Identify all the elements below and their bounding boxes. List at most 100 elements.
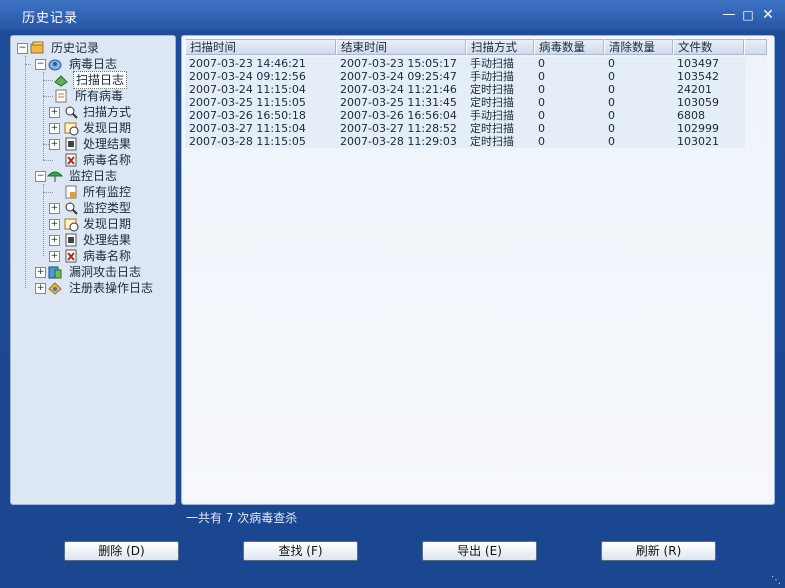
collapse-icon[interactable]: − — [17, 43, 28, 54]
expand-icon[interactable]: + — [49, 219, 60, 230]
expand-icon[interactable]: + — [35, 283, 46, 294]
scan-log-icon — [54, 75, 68, 87]
table-cell: 0 — [538, 122, 545, 135]
table-cell: 6808 — [677, 109, 705, 122]
table-cell: 0 — [608, 57, 615, 70]
table-row[interactable]: 2007-03-25 11:15:05 2007-03-25 11:31:45 定时… — [185, 96, 745, 109]
document-icon — [55, 89, 67, 103]
magnifier-icon — [65, 106, 78, 119]
table-row[interactable]: 2007-03-24 11:15:04 2007-03-24 11:21:46 定时… — [185, 83, 745, 96]
table-cell: 0 — [608, 83, 615, 96]
table-cell: 2007-03-25 11:15:05 — [189, 96, 306, 109]
table-cell: 2007-03-24 11:21:46 — [340, 83, 457, 96]
table-cell: 103542 — [677, 70, 719, 83]
expand-icon[interactable]: + — [49, 235, 60, 246]
tree-label-monitor-type: 监控类型 — [83, 201, 132, 215]
history-tree[interactable]: − 历史记录 − 病毒日志 扫描日志 所有病毒 + 扫描方式 + 发现日期 + … — [10, 35, 176, 505]
table-cell: 定时扫描 — [470, 96, 514, 109]
monitor-document-icon — [65, 185, 77, 199]
table-cell: 手动扫描 — [470, 70, 514, 83]
collapse-icon[interactable]: − — [35, 171, 46, 182]
table-cell: 0 — [538, 57, 545, 70]
collapse-icon[interactable]: − — [35, 59, 46, 70]
table-cell: 0 — [608, 70, 615, 83]
expand-icon[interactable]: + — [49, 251, 60, 262]
table-cell: 2007-03-24 11:15:04 — [189, 83, 306, 96]
minimize-button[interactable]: — — [722, 8, 736, 22]
find-button[interactable]: 查找 (F) — [243, 541, 358, 561]
column-header-start-time[interactable]: 扫描时间 — [185, 39, 336, 55]
expand-icon[interactable]: + — [49, 203, 60, 214]
expand-icon[interactable]: + — [49, 139, 60, 150]
tree-label-m-result: 处理结果 — [83, 233, 132, 247]
table-cell: 0 — [608, 96, 615, 109]
column-header-file-count[interactable]: 文件数 — [673, 39, 744, 55]
virus-log-icon — [48, 59, 62, 71]
table-cell: 2007-03-23 14:46:21 — [189, 57, 306, 70]
exploit-shield-icon — [48, 266, 62, 279]
table-cell: 103059 — [677, 96, 719, 109]
table-cell: 0 — [538, 135, 545, 148]
tree-label-root: 历史记录 — [51, 41, 100, 55]
table-cell: 定时扫描 — [470, 83, 514, 96]
tree-label-scan-mode: 扫描方式 — [83, 105, 132, 119]
table-row[interactable]: 2007-03-26 16:50:18 2007-03-26 16:56:04 手动… — [185, 109, 745, 122]
tree-label-exploit-log: 漏洞攻击日志 — [69, 265, 142, 279]
table-cell: 0 — [538, 83, 545, 96]
table-cell: 手动扫描 — [470, 109, 514, 122]
table-cell: 103497 — [677, 57, 719, 70]
registry-icon — [48, 282, 62, 295]
history-window: 历史记录 — □ ✕ − 历史记录 − 病毒日志 扫描日志 所有病毒 + 扫描方… — [0, 0, 785, 588]
scan-log-list[interactable]: 扫描时间 结束时间 扫描方式 病毒数量 清除数量 文件数 2007-03-23 … — [181, 35, 775, 505]
column-header-scan-mode[interactable]: 扫描方式 — [466, 39, 534, 55]
table-cell: 手动扫描 — [470, 57, 514, 70]
delete-button[interactable]: 删除 (D) — [64, 541, 179, 561]
tree-label-scan-log: 扫描日志 — [73, 71, 128, 89]
table-cell: 2007-03-24 09:12:56 — [189, 70, 306, 83]
table-row[interactable]: 2007-03-27 11:15:04 2007-03-27 11:28:52 定时… — [185, 122, 745, 135]
tree-label-monitor-log: 监控日志 — [69, 169, 118, 183]
status-text: 一共有 7 次病毒查杀 — [186, 511, 298, 525]
list-header: 扫描时间 结束时间 扫描方式 病毒数量 清除数量 文件数 — [185, 39, 767, 55]
table-cell: 0 — [538, 96, 545, 109]
expand-icon[interactable]: + — [49, 123, 60, 134]
column-header-virus-count[interactable]: 病毒数量 — [534, 39, 604, 55]
table-cell: 0 — [608, 122, 615, 135]
table-cell: 0 — [538, 109, 545, 122]
history-book-icon — [30, 41, 44, 54]
column-header-filler — [744, 39, 767, 55]
close-button[interactable]: ✕ — [761, 8, 775, 22]
column-header-end-time[interactable]: 结束时间 — [336, 39, 466, 55]
table-cell: 2007-03-27 11:28:52 — [340, 122, 457, 135]
table-cell: 定时扫描 — [470, 122, 514, 135]
maximize-button[interactable]: □ — [741, 8, 755, 22]
result-document-icon — [65, 233, 77, 247]
tree-label-registry-log: 注册表操作日志 — [69, 281, 154, 295]
tree-label-all-virus: 所有病毒 — [75, 89, 124, 103]
table-cell: 2007-03-26 16:56:04 — [340, 109, 457, 122]
expand-icon[interactable]: + — [49, 107, 60, 118]
tree-label-result: 处理结果 — [83, 137, 132, 151]
table-cell: 定时扫描 — [470, 135, 514, 148]
refresh-button[interactable]: 刷新 (R) — [601, 541, 716, 561]
export-button[interactable]: 导出 (E) — [422, 541, 537, 561]
content-area: − 历史记录 − 病毒日志 扫描日志 所有病毒 + 扫描方式 + 发现日期 + … — [8, 33, 777, 509]
tree-label-m-found-date: 发现日期 — [83, 217, 132, 231]
virus-document-icon — [65, 153, 77, 167]
table-cell: 2007-03-23 15:05:17 — [340, 57, 457, 70]
column-header-cleaned-count[interactable]: 清除数量 — [604, 39, 673, 55]
table-row[interactable]: 2007-03-23 14:46:21 2007-03-23 15:05:17 手动… — [185, 57, 745, 70]
resize-grip[interactable]: ⋱ — [771, 575, 781, 586]
table-row[interactable]: 2007-03-28 11:15:05 2007-03-28 11:29:03 定时… — [185, 135, 745, 148]
title-bar[interactable]: 历史记录 — □ ✕ — [0, 0, 785, 30]
table-row[interactable]: 2007-03-24 09:12:56 2007-03-24 09:25:47 手动… — [185, 70, 745, 83]
tree-label-found-date: 发现日期 — [83, 121, 132, 135]
expand-icon[interactable]: + — [35, 267, 46, 278]
table-cell: 2007-03-26 16:50:18 — [189, 109, 306, 122]
tree-label-virus-name: 病毒名称 — [83, 153, 132, 167]
result-document-icon — [65, 137, 77, 151]
table-cell: 103021 — [677, 135, 719, 148]
table-cell: 2007-03-25 11:31:45 — [340, 96, 457, 109]
table-cell: 24201 — [677, 83, 712, 96]
tree-label-all-monitor: 所有监控 — [83, 185, 132, 199]
